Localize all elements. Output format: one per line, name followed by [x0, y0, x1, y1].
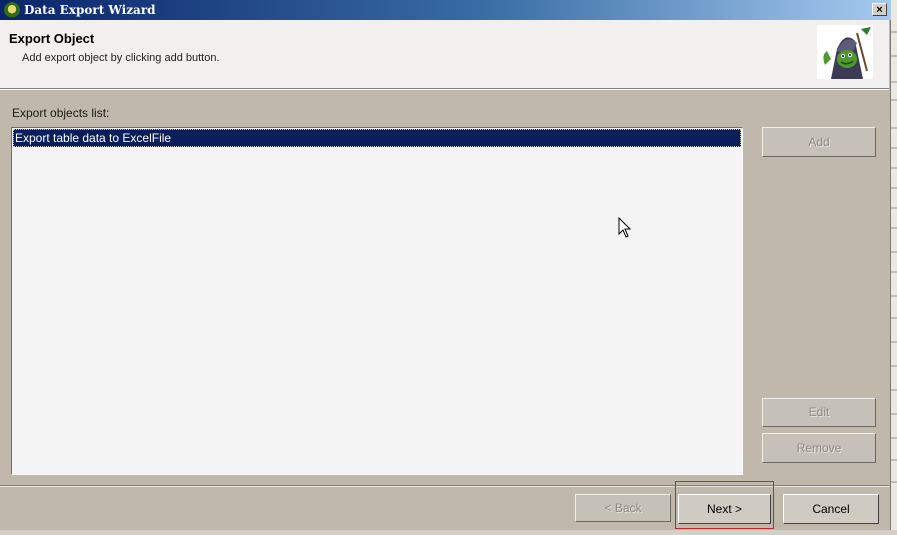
toad-app-icon [4, 2, 20, 18]
header-divider [0, 89, 889, 90]
page-title: Export Object [9, 31, 95, 46]
wizard-window: Data Export Wizard × Export Object Add e… [0, 0, 891, 530]
window-title: Data Export Wizard [24, 3, 156, 17]
add-button[interactable]: Add [762, 127, 876, 157]
title-bar[interactable]: Data Export Wizard × [0, 0, 891, 20]
mouse-cursor-icon [618, 216, 632, 244]
back-button[interactable]: < Back [575, 494, 671, 522]
page-description: Add export object by clicking add button… [22, 52, 220, 64]
wizard-header: Export Object Add export object by click… [0, 20, 889, 89]
footer-divider-highlight [0, 486, 889, 487]
next-button[interactable]: Next > [678, 494, 771, 524]
close-button[interactable]: × [872, 3, 887, 16]
remove-button[interactable]: Remove [762, 433, 876, 463]
list-item[interactable]: Export table data to ExcelFile [13, 129, 741, 147]
background-window-edge [891, 0, 897, 530]
edit-button[interactable]: Edit [762, 398, 876, 427]
export-objects-list[interactable]: Export table data to ExcelFile [11, 127, 743, 475]
export-objects-label: Export objects list: [12, 106, 110, 120]
toad-logo-icon [817, 25, 873, 79]
cancel-button[interactable]: Cancel [783, 494, 879, 524]
